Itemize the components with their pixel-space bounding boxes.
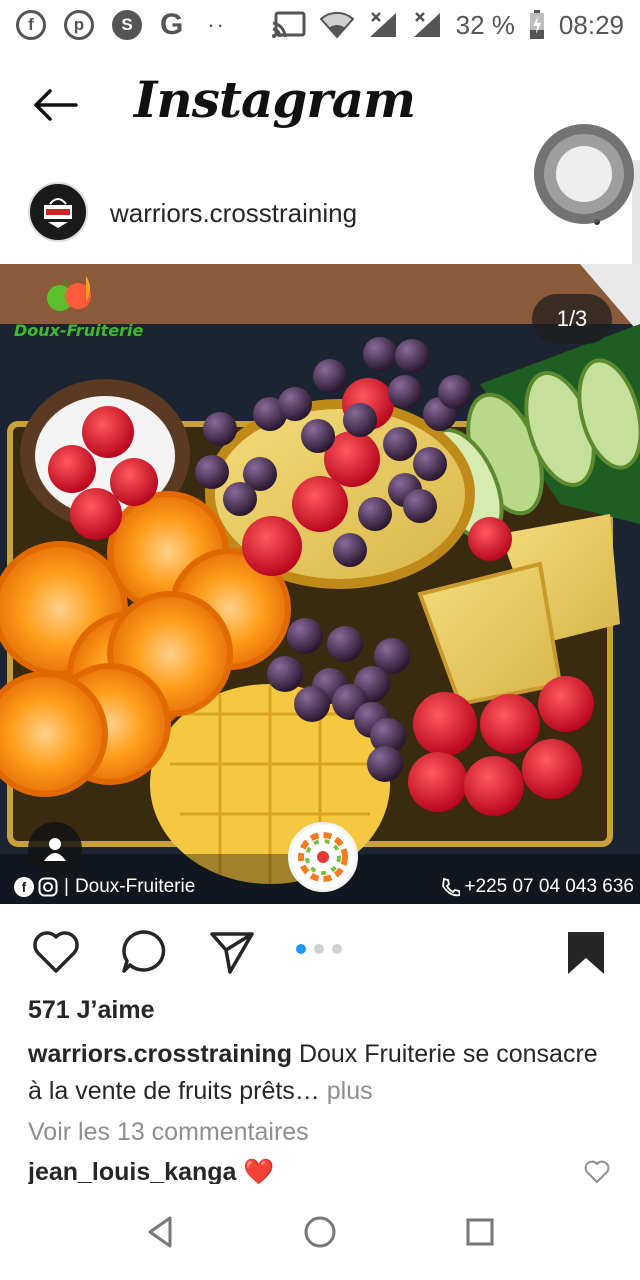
comment-bubble-icon[interactable] bbox=[118, 926, 170, 978]
separator: | bbox=[64, 876, 69, 897]
facebook-icon: f bbox=[16, 10, 46, 40]
nav-back-icon[interactable] bbox=[142, 1214, 178, 1250]
signal-icon bbox=[369, 12, 396, 37]
carousel-dot-3 bbox=[332, 944, 342, 954]
comment-preview: jean_louis_kanga ❤️ bbox=[28, 1158, 588, 1186]
status-bar: f p S G ·· 32 % 08:29 bbox=[0, 0, 640, 50]
share-send-icon[interactable] bbox=[206, 926, 258, 978]
nav-home-icon[interactable] bbox=[302, 1214, 338, 1250]
likes-count[interactable]: 571 J’aime bbox=[28, 996, 155, 1025]
doux-fruiterie-logo: Doux-Fruiterie bbox=[14, 274, 143, 340]
skype-icon: S bbox=[112, 10, 142, 40]
battery-icon bbox=[529, 10, 544, 39]
carousel-indicator bbox=[296, 944, 342, 954]
cast-icon bbox=[271, 11, 306, 38]
post-image[interactable]: Doux-Fruiterie 1/3 f | Doux-Fruiterie +2… bbox=[0, 264, 640, 904]
slide-counter: 1/3 bbox=[532, 294, 612, 344]
pinterest-icon: p bbox=[64, 10, 94, 40]
avatar[interactable] bbox=[28, 182, 88, 242]
facebook-small-icon: f bbox=[14, 877, 34, 897]
phone-number: +225 07 04 043 636 bbox=[464, 876, 634, 897]
post-actions bbox=[0, 916, 640, 986]
carousel-dot-1 bbox=[296, 944, 306, 954]
assistive-touch-core bbox=[556, 146, 612, 202]
comment-username[interactable]: jean_louis_kanga bbox=[28, 1158, 236, 1186]
notification-icons: f p S G ·· bbox=[16, 8, 226, 42]
bookmark-icon[interactable] bbox=[560, 926, 612, 978]
brand-name: Doux-Fruiterie bbox=[14, 321, 144, 340]
view-comments-link[interactable]: Voir les 13 commentaires bbox=[28, 1118, 309, 1147]
system-navigation-bar bbox=[0, 1184, 640, 1280]
phone-icon bbox=[442, 877, 461, 897]
signal-icon-2 bbox=[413, 12, 440, 37]
crosstraining-logo-icon bbox=[44, 198, 72, 228]
image-footer-phone: +225 07 04 043 636 bbox=[440, 876, 634, 898]
like-heart-icon[interactable] bbox=[30, 926, 82, 978]
post-caption: warriors.crosstraining Doux Fruiterie se… bbox=[28, 1036, 618, 1110]
assistive-touch-button[interactable] bbox=[534, 124, 634, 224]
carousel-dot-2 bbox=[314, 944, 324, 954]
battery-percent: 32 % bbox=[455, 9, 515, 40]
system-icons: 32 % 08:29 bbox=[271, 9, 624, 41]
instagram-logo: Instagram bbox=[134, 70, 416, 129]
google-icon: G bbox=[160, 8, 184, 41]
caption-more-link[interactable]: plus bbox=[327, 1077, 373, 1105]
user-tag-button[interactable] bbox=[28, 822, 82, 876]
fruit-platter-photo bbox=[0, 264, 640, 904]
assistive-touch-ring bbox=[544, 134, 624, 214]
instagram-small-icon bbox=[38, 877, 58, 897]
more-notifications-icon: ·· bbox=[207, 12, 226, 37]
fruit-wreath-icon bbox=[298, 832, 348, 882]
doux-fruiterie-badge bbox=[288, 822, 358, 892]
back-arrow-icon[interactable] bbox=[30, 85, 80, 125]
app-bar: Instagram bbox=[0, 60, 640, 150]
comment-like-icon[interactable] bbox=[584, 1160, 610, 1184]
fruit-logo-icon bbox=[47, 276, 91, 311]
caption-username[interactable]: warriors.crosstraining bbox=[28, 1040, 292, 1068]
image-footer-handle: Doux-Fruiterie bbox=[74, 876, 196, 897]
comment-emoji: ❤️ bbox=[243, 1158, 275, 1186]
person-icon bbox=[44, 838, 66, 861]
wifi-icon bbox=[319, 11, 354, 39]
image-footer-social: f | Doux-Fruiterie bbox=[14, 876, 195, 898]
post-username[interactable]: warriors.crosstraining bbox=[110, 198, 357, 229]
nav-recents-icon[interactable] bbox=[462, 1214, 498, 1250]
clock: 08:29 bbox=[558, 9, 624, 40]
